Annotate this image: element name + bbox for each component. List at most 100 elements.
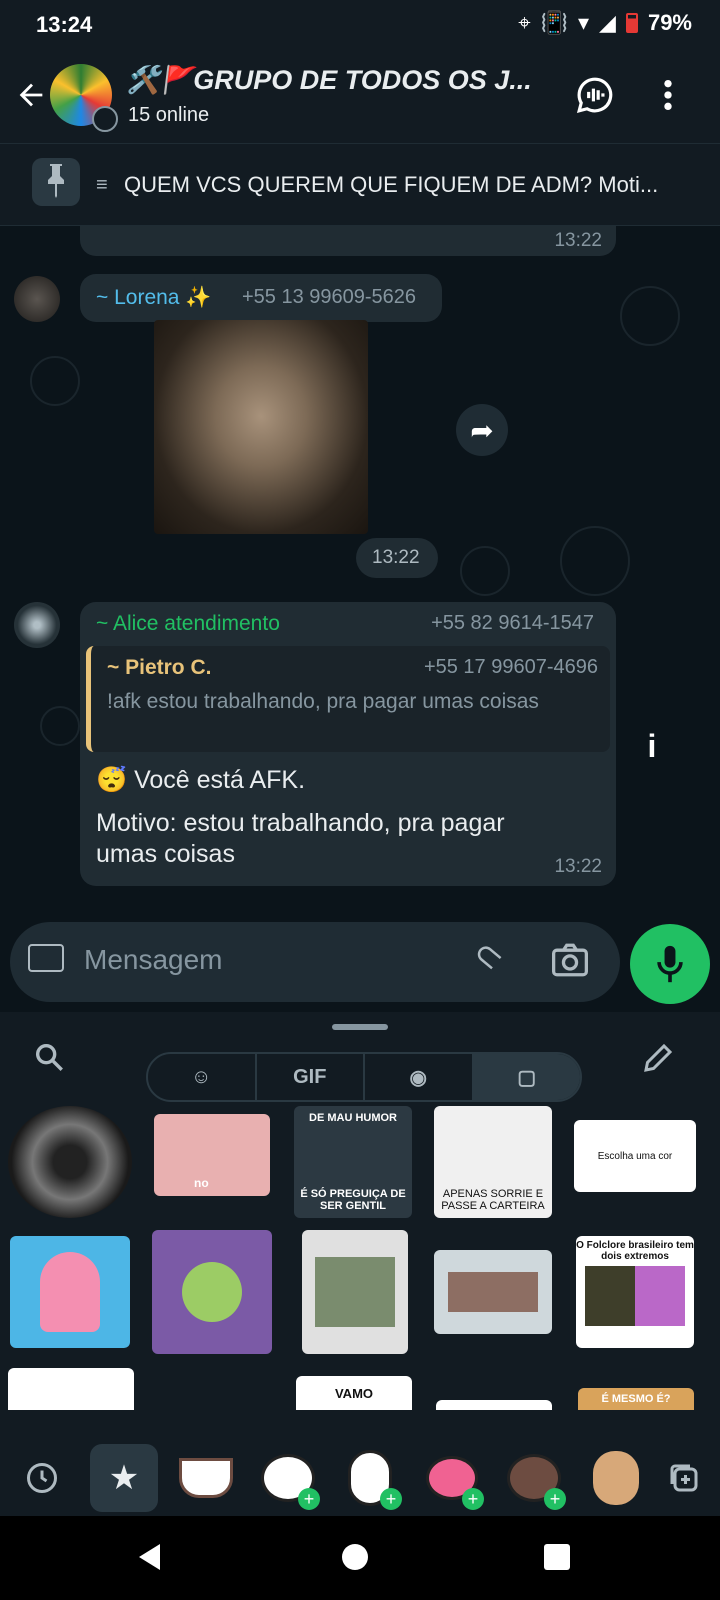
sticker-caption: DE MAU HUMOR [309, 1112, 397, 1124]
message-bubble[interactable]: ~ Alice atendimento +55 82 9614-1547 ~ P… [80, 602, 616, 886]
more-options-icon[interactable] [656, 78, 680, 112]
avatar[interactable] [14, 602, 60, 648]
vibrate-icon: 📳 [540, 10, 568, 35]
sticker[interactable] [10, 1236, 130, 1348]
sender-phone: +55 13 99609-5626 [242, 286, 417, 308]
sticker[interactable] [436, 1400, 552, 1410]
forward-icon[interactable]: ➦ [456, 404, 508, 456]
sticker-pack-pink[interactable]: + [418, 1444, 486, 1512]
composer-bar: Mensagem ⊂ [0, 912, 720, 1012]
wallpaper-doodle [40, 706, 80, 746]
info-icon[interactable]: i [632, 720, 672, 772]
recents-nav-icon[interactable] [544, 1544, 570, 1570]
sticker-pack-cat[interactable]: + [254, 1444, 322, 1512]
camera-icon[interactable] [550, 942, 590, 978]
keyboard-icon[interactable] [28, 944, 64, 972]
gif-tab[interactable]: GIF [257, 1054, 365, 1100]
avatar-tab[interactable]: ◉ [365, 1054, 474, 1100]
message-time: 13:22 [372, 547, 420, 568]
online-count: 15 online [128, 104, 210, 126]
image-time-badge: 13:22 [356, 538, 438, 578]
attach-icon[interactable]: ⊂ [464, 932, 512, 981]
avatar[interactable] [14, 276, 60, 322]
back-arrow-icon[interactable] [14, 78, 48, 112]
favorites-icon[interactable]: ★ [90, 1444, 158, 1512]
search-icon[interactable] [32, 1040, 66, 1074]
sender-name[interactable]: ~ Lorena ✨ [96, 286, 211, 310]
voice-chat-icon[interactable] [576, 76, 614, 114]
sticker-caption: É SÓ PREGUIÇA DE SER GENTIL [300, 1188, 406, 1212]
chat-area[interactable]: coisas 13:22 ~ Lorena ✨ +55 13 99609-562… [0, 226, 720, 912]
quoted-message[interactable]: ~ Pietro C. +55 17 99607-4696 !afk estou… [86, 646, 610, 752]
sticker-tab[interactable]: ▢ [473, 1054, 580, 1100]
message-bubble[interactable]: coisas 13:22 [80, 226, 616, 256]
emoji-tab[interactable]: ☺ [148, 1054, 257, 1100]
sticker[interactable] [8, 1368, 134, 1410]
home-nav-icon[interactable] [342, 1544, 368, 1570]
sender-name[interactable]: ~ Alice atendimento [96, 612, 280, 636]
wallpaper-doodle [30, 356, 80, 406]
pin-icon [32, 158, 80, 206]
picker-tabs: ☺ GIF ◉ ▢ [146, 1052, 582, 1102]
edit-icon[interactable] [640, 1040, 676, 1076]
signal-icon: ◢ [599, 10, 616, 35]
add-sticker-icon[interactable] [650, 1444, 718, 1512]
pinned-message-bar[interactable]: ≡ QUEM VCS QUEREM QUE FIQUEM DE ADM? Mot… [0, 144, 720, 226]
message-text: coisas [96, 226, 164, 230]
wallpaper-doodle [620, 286, 680, 346]
wallpaper-doodle [560, 526, 630, 596]
battery-percent: 79% [647, 10, 692, 35]
sticker-caption: O Folclore brasileiro tem dois extremos [576, 1240, 694, 1262]
sticker[interactable]: APENAS SORRIE E PASSE A CARTEIRA [434, 1106, 552, 1218]
chat-header: 🛠️🚩GRUPO DE TODOS OS J... 15 online [0, 48, 720, 144]
sticker[interactable] [302, 1230, 408, 1354]
sticker-caption: APENAS SORRIE E PASSE A CARTEIRA [441, 1188, 545, 1212]
sticker[interactable]: DE MAU HUMOR É SÓ PREGUIÇA DE SER GENTIL [294, 1106, 412, 1218]
system-nav-bar [0, 1516, 720, 1600]
quote-phone: +55 17 99607-4696 [423, 656, 598, 678]
sticker[interactable]: Escolha uma cor [574, 1120, 696, 1192]
wallpaper-doodle [460, 546, 510, 596]
mic-icon [657, 945, 683, 983]
sticker-pack-bear[interactable]: + [500, 1444, 568, 1512]
sticker[interactable] [8, 1106, 132, 1218]
sticker-picker: ☺ GIF ◉ ▢ no DE MAU HUMOR É SÓ PREGUIÇA D… [0, 1012, 720, 1516]
pinned-text: QUEM VCS QUEREM QUE FIQUEM DE ADM? Moti.… [124, 172, 659, 197]
sticker[interactable]: É MESMO É? [578, 1388, 694, 1410]
image-message[interactable] [154, 320, 368, 534]
quote-text: !afk estou trabalhando, pra pagar umas c… [107, 690, 539, 713]
sender-header: ~ Lorena ✨ +55 13 99609-5626 [80, 274, 442, 322]
battery-icon [625, 13, 638, 33]
disappearing-timer-icon [92, 106, 118, 132]
sticker-caption: VAMO [334, 1385, 374, 1401]
sticker[interactable]: O Folclore brasileiro tem dois extremos [576, 1236, 694, 1348]
sticker-caption: Escolha uma cor [597, 1150, 673, 1162]
mic-button[interactable] [630, 924, 710, 1004]
sticker[interactable]: no [154, 1114, 270, 1196]
sticker-pack-girl[interactable] [582, 1444, 650, 1512]
recent-icon[interactable] [8, 1444, 76, 1512]
sticker-pack-duck[interactable]: + [336, 1444, 404, 1512]
sender-phone: +55 82 9614-1547 [431, 612, 594, 634]
sticker[interactable] [434, 1250, 552, 1334]
sticker[interactable]: VAMO [296, 1376, 412, 1410]
sticker-pack-bar: ★ + + + + [0, 1436, 720, 1516]
sticker-pack-coffee[interactable] [172, 1444, 240, 1512]
status-time: 13:24 [36, 12, 93, 37]
message-input[interactable]: Mensagem ⊂ [10, 922, 620, 1002]
group-title[interactable]: 🛠️🚩GRUPO DE TODOS OS J... [126, 64, 566, 96]
message-line-1: 😴 Você está AFK. [96, 766, 306, 794]
back-nav-icon[interactable] [136, 1542, 162, 1572]
text-lines-icon: ≡ [96, 174, 108, 196]
wifi-icon: ▾ [577, 10, 590, 35]
drag-handle[interactable] [332, 1024, 388, 1030]
message-time: 13:22 [554, 230, 602, 251]
message-line-2: Motivo: estou trabalhando, pra pagar uma… [96, 809, 505, 868]
status-bar: 13:24 ⌖ 📳 ▾ ◢ 79% [0, 0, 720, 48]
sticker[interactable] [152, 1230, 272, 1354]
message-placeholder: Mensagem [84, 944, 223, 975]
sticker-caption: É MESMO É? [601, 1393, 671, 1405]
location-icon: ⌖ [518, 10, 531, 35]
message-time: 13:22 [554, 856, 602, 877]
sticker-caption: no [194, 1176, 209, 1190]
